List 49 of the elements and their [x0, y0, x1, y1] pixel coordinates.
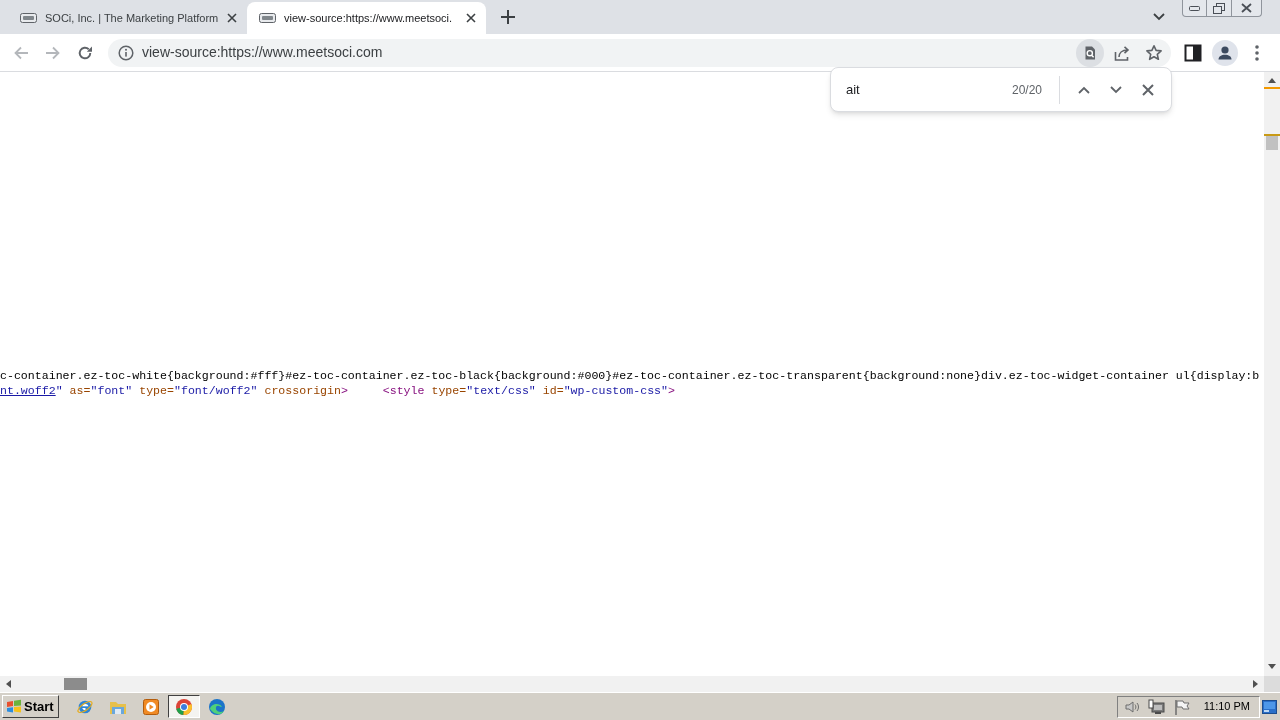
minimize-icon: [1189, 5, 1200, 11]
address-bar[interactable]: view-source:https://www.meetsoci.com: [108, 38, 1171, 67]
star-icon[interactable]: [1145, 43, 1163, 62]
find-in-page-icon[interactable]: [1076, 38, 1104, 67]
side-panel-icon[interactable]: [1184, 43, 1202, 62]
badge-logo-icon: [259, 13, 276, 23]
desktop-icon[interactable]: [1262, 699, 1277, 714]
match-marker: [1264, 87, 1280, 89]
menu-icon[interactable]: [1255, 44, 1259, 61]
monitor-icon[interactable]: [1147, 698, 1166, 715]
restore-button[interactable]: [1207, 0, 1231, 17]
close-icon[interactable]: [466, 13, 476, 23]
close-window-button[interactable]: [1231, 0, 1262, 17]
match-marker: [1264, 134, 1280, 136]
source-line: c-container.ez-toc-white{background:#fff}#ez-toc-container.ez-toc-black{background:#000}#ez-toc-container.ez-toc-transparent{background:none}div.ez-toc-widget-container ul{display:b: [0, 368, 1260, 383]
plus-icon[interactable]: [501, 10, 515, 24]
close-icon[interactable]: [1142, 83, 1154, 96]
scroll-up-arrow-icon[interactable]: [1268, 78, 1276, 83]
flag-logo-icon: [6, 699, 22, 714]
avatar-icon[interactable]: [1212, 39, 1238, 66]
close-icon: [1241, 3, 1252, 13]
chevron-up-icon[interactable]: [1078, 85, 1090, 94]
clock: 11:10 PM: [1203, 699, 1250, 715]
match-count: 20/20: [1011, 81, 1042, 99]
restore-icon: [1213, 2, 1225, 14]
speaker-icon[interactable]: [1123, 698, 1140, 715]
scroll-left-arrow-icon[interactable]: [6, 680, 11, 688]
close-icon[interactable]: [227, 13, 237, 23]
browser-tab[interactable]: view-source:https://www.meetsoci.: [247, 2, 486, 34]
wave-logo-icon: [207, 697, 226, 716]
source-link[interactable]: nt.woff2: [0, 384, 56, 397]
chevron-down-icon[interactable]: [1110, 85, 1122, 94]
scroll-down-arrow-icon[interactable]: [1268, 664, 1276, 669]
flag-icon[interactable]: [1173, 698, 1190, 715]
play-icon: [142, 698, 159, 715]
source-line: nt.woff2" as="font" type="font/woff2" crossorigin> <style type="text/css" id="wp-custom-css">: [0, 383, 675, 398]
minimize-button[interactable]: [1182, 0, 1207, 17]
scrollbar-corner: [1264, 676, 1280, 692]
chevron-down-icon[interactable]: [1153, 13, 1165, 21]
scroll-right-arrow-icon[interactable]: [1253, 680, 1258, 688]
badge-logo-icon: [20, 13, 37, 23]
reload-icon[interactable]: [77, 44, 93, 61]
scroll-thumb[interactable]: [1266, 136, 1278, 150]
scroll-thumb[interactable]: [64, 678, 87, 690]
taskbar-button[interactable]: [167, 695, 200, 718]
find-field[interactable]: ait: [846, 76, 1012, 103]
segmented-circle-icon: [174, 697, 193, 716]
start-button[interactable]: Start: [2, 695, 59, 718]
info-icon[interactable]: [118, 44, 134, 61]
